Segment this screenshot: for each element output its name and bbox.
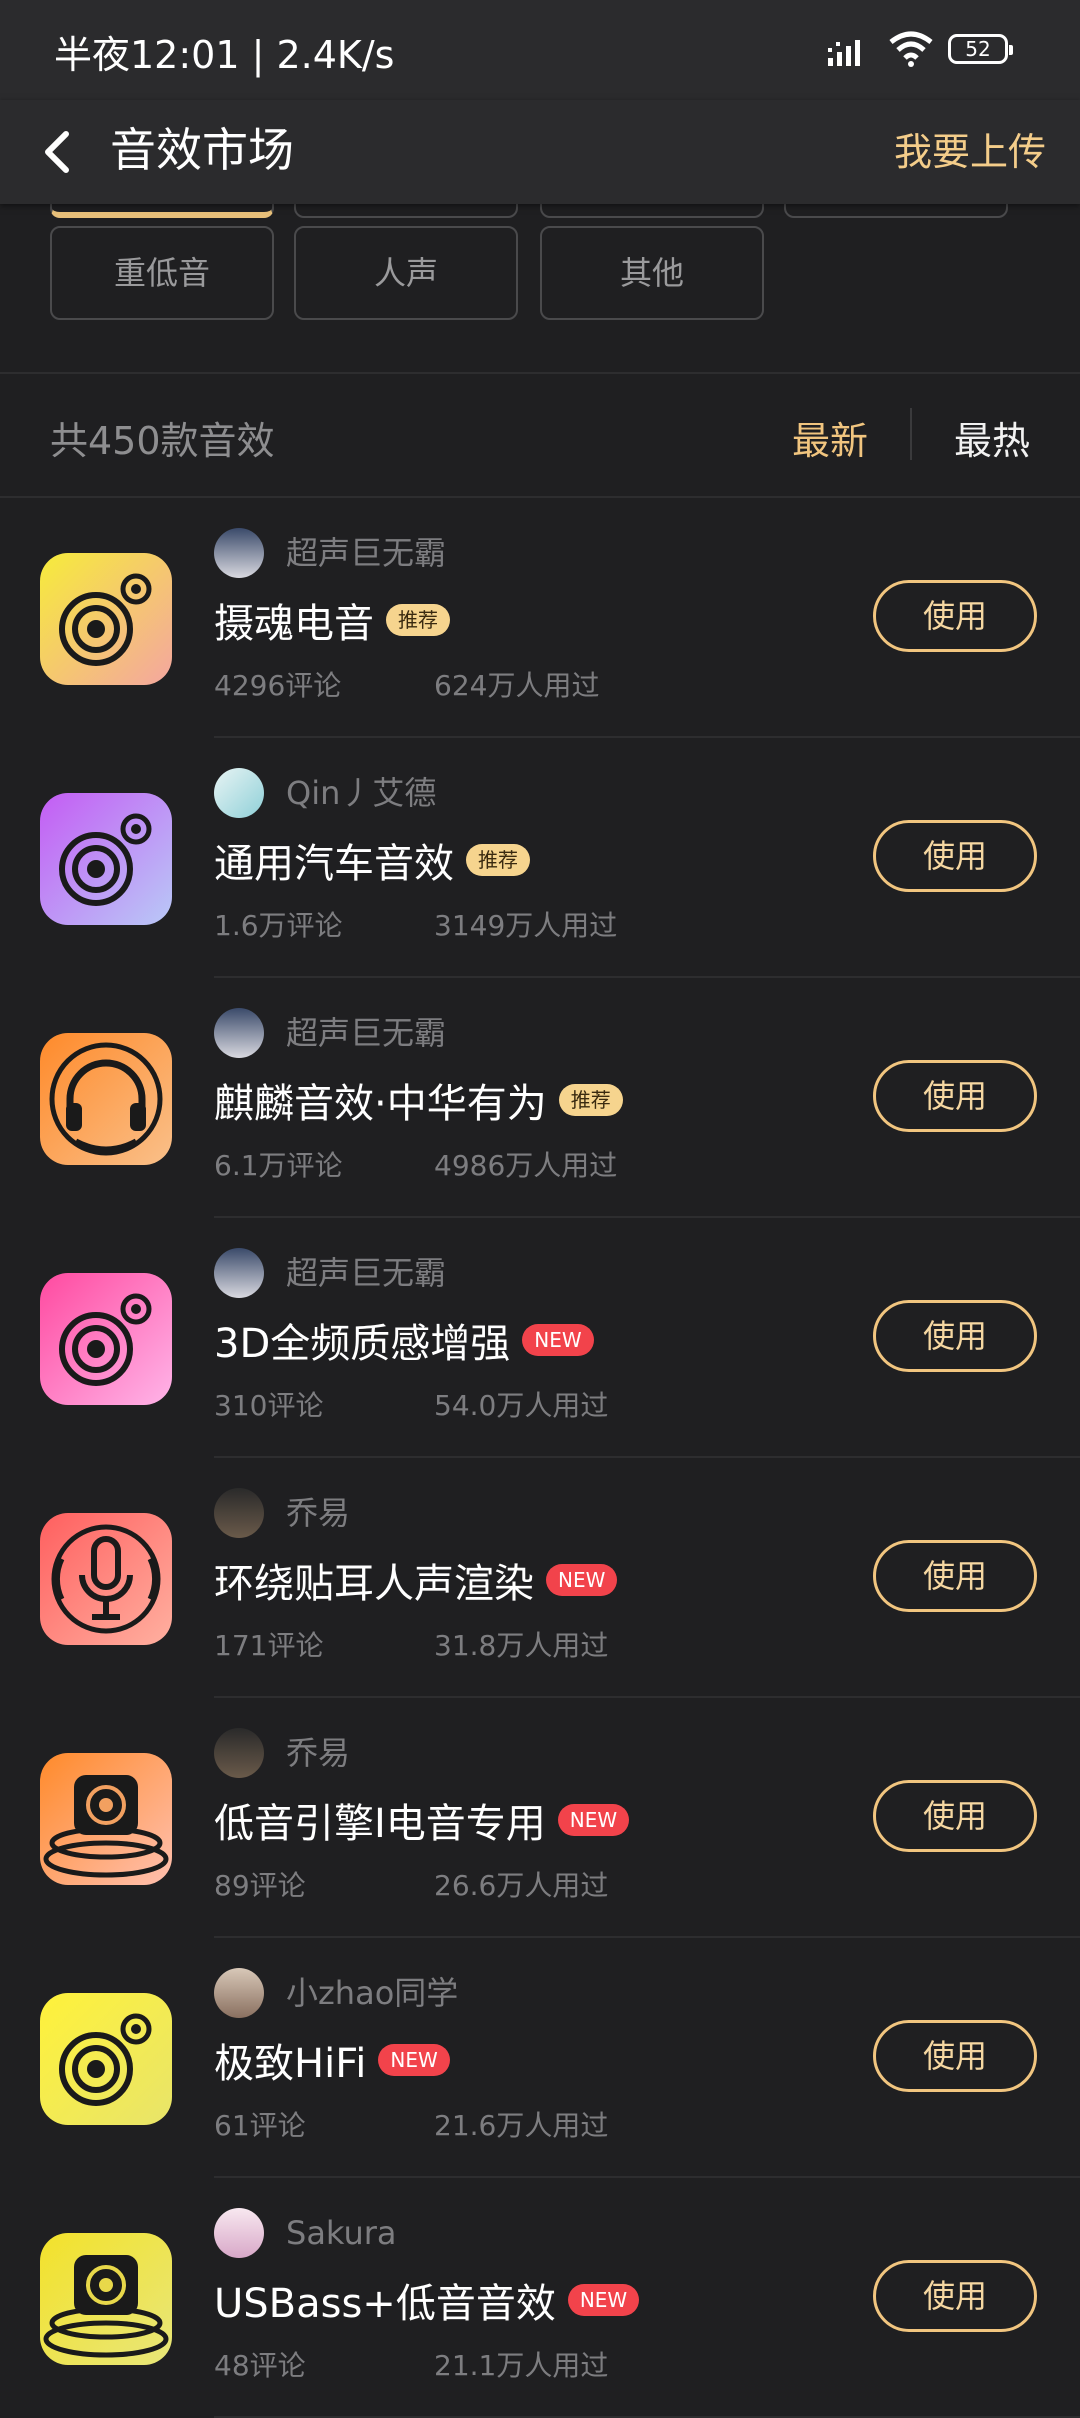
list-item[interactable]: Sakura USBass+低音音效 NEW 48评论 21.1万人用过 使用 <box>0 2178 1080 2418</box>
comment-count: 4296评论 <box>214 669 342 702</box>
headphones-icon <box>40 1033 172 1165</box>
list-item[interactable]: 超声巨无霸 麒麟音效·中华有为 推荐 6.1万评论 4986万人用过 使用 <box>0 978 1080 1218</box>
avatar[interactable] <box>214 1968 264 2018</box>
sort-hottest-button[interactable]: 最热 <box>954 410 1030 465</box>
use-button[interactable]: 使用 <box>873 1060 1037 1132</box>
comment-count: 61评论 <box>214 2109 306 2142</box>
battery-icon: 52 <box>948 34 1013 64</box>
avatar[interactable] <box>214 768 264 818</box>
camera-speaker-icon <box>40 793 172 925</box>
author-name: 乔易 <box>286 1494 351 1532</box>
status-time: 半夜12:01 | 2.4K/s <box>54 33 395 77</box>
upload-button[interactable]: 我要上传 <box>894 116 1046 188</box>
comment-count: 6.1万评论 <box>214 1149 343 1182</box>
category-chip-vocal[interactable]: 人声 <box>294 226 518 320</box>
effect-title: 极致HiFi <box>214 2041 367 2087</box>
comment-count: 171评论 <box>214 1629 324 1662</box>
effect-title: 低音引擎I电音专用 <box>214 1801 546 1847</box>
user-count: 26.6万人用过 <box>434 1869 609 1902</box>
effect-count: 共450款音效 <box>50 419 275 463</box>
user-count: 4986万人用过 <box>434 1149 618 1182</box>
camera-speaker-icon <box>40 1993 172 2125</box>
recommend-badge: 推荐 <box>466 844 530 876</box>
effect-title: 摄魂电音 <box>214 601 374 647</box>
subwoofer-icon <box>40 1753 172 1885</box>
use-button[interactable]: 使用 <box>873 820 1037 892</box>
user-count: 21.6万人用过 <box>434 2109 609 2142</box>
effect-title: 环绕贴耳人声渲染 <box>214 1561 534 1607</box>
sort-divider <box>910 408 912 460</box>
comment-count: 1.6万评论 <box>214 909 343 942</box>
avatar[interactable] <box>214 2208 264 2258</box>
user-count: 54.0万人用过 <box>434 1389 609 1422</box>
back-arrow-icon[interactable] <box>32 120 88 184</box>
avatar[interactable] <box>214 1488 264 1538</box>
effect-title: 麒麟音效·中华有为 <box>214 1081 547 1127</box>
sort-newest-button[interactable]: 最新 <box>792 410 868 465</box>
use-button[interactable]: 使用 <box>873 2260 1037 2332</box>
author-name: Qin丿艾德 <box>286 774 437 812</box>
list-item[interactable]: Qin丿艾德 通用汽车音效 推荐 1.6万评论 3149万人用过 使用 <box>0 738 1080 978</box>
use-button[interactable]: 使用 <box>873 2020 1037 2092</box>
recommend-badge: 推荐 <box>558 1084 623 1116</box>
comment-count: 89评论 <box>214 1869 306 1902</box>
list-summary: 共450款音效 最新 最热 <box>0 374 1080 496</box>
avatar[interactable] <box>214 528 264 578</box>
list-item[interactable]: 超声巨无霸 摄魂电音 推荐 4296评论 624万人用过 使用 <box>0 498 1080 738</box>
user-count: 31.8万人用过 <box>434 1629 609 1662</box>
top-app-bar: 音效市场 我要上传 <box>0 100 1080 204</box>
use-button[interactable]: 使用 <box>873 1780 1037 1852</box>
user-count: 624万人用过 <box>434 669 600 702</box>
effect-title: 通用汽车音效 <box>214 841 454 887</box>
category-chip-bass[interactable]: 重低音 <box>50 226 274 320</box>
use-button[interactable]: 使用 <box>873 1300 1037 1372</box>
avatar[interactable] <box>214 1728 264 1778</box>
camera-speaker-icon <box>40 553 172 685</box>
list-item[interactable]: 小zhao同学 极致HiFi NEW 61评论 21.6万人用过 使用 <box>0 1938 1080 2178</box>
page-title: 音效市场 <box>110 123 294 177</box>
author-name: 超声巨无霸 <box>286 534 447 572</box>
use-button[interactable]: 使用 <box>873 580 1037 652</box>
effect-title: USBass+低音音效 <box>214 2281 556 2327</box>
new-badge: NEW <box>567 2284 640 2316</box>
recommend-badge: 推荐 <box>386 604 450 636</box>
list-item[interactable]: 乔易 环绕贴耳人声渲染 NEW 171评论 31.8万人用过 使用 <box>0 1458 1080 1698</box>
microphone-icon <box>40 1513 172 1645</box>
author-name: 超声巨无霸 <box>286 1254 447 1292</box>
user-count: 21.1万人用过 <box>434 2349 609 2382</box>
avatar[interactable] <box>214 1248 264 1298</box>
status-bar: 半夜12:01 | 2.4K/s 52 <box>0 0 1080 100</box>
avatar[interactable] <box>214 1008 264 1058</box>
subwoofer-icon <box>40 2233 172 2365</box>
author-name: 小zhao同学 <box>286 1974 459 2012</box>
effect-title: 3D全频质感增强 <box>214 1321 511 1367</box>
comment-count: 310评论 <box>214 1389 324 1422</box>
new-badge: NEW <box>546 1564 618 1596</box>
category-chip-other[interactable]: 其他 <box>540 226 764 320</box>
new-badge: NEW <box>522 1324 594 1356</box>
author-name: 乔易 <box>286 1734 351 1772</box>
wifi-icon <box>889 31 933 67</box>
use-button[interactable]: 使用 <box>873 1540 1037 1612</box>
user-count: 3149万人用过 <box>434 909 618 942</box>
camera-speaker-icon <box>40 1273 172 1405</box>
signal-icon <box>828 40 860 66</box>
list-item[interactable]: 乔易 低音引擎I电音专用 NEW 89评论 26.6万人用过 使用 <box>0 1698 1080 1938</box>
author-name: Sakura <box>286 2214 397 2252</box>
new-badge: NEW <box>557 1804 630 1836</box>
category-filter: 重低音 人声 其他 <box>0 164 1080 374</box>
author-name: 超声巨无霸 <box>286 1014 447 1052</box>
effects-list: 超声巨无霸 摄魂电音 推荐 4296评论 624万人用过 使用 Qin丿艾德 通… <box>0 498 1080 2418</box>
comment-count: 48评论 <box>214 2349 306 2382</box>
list-item[interactable]: 超声巨无霸 3D全频质感增强 NEW 310评论 54.0万人用过 使用 <box>0 1218 1080 1458</box>
new-badge: NEW <box>378 2044 450 2076</box>
